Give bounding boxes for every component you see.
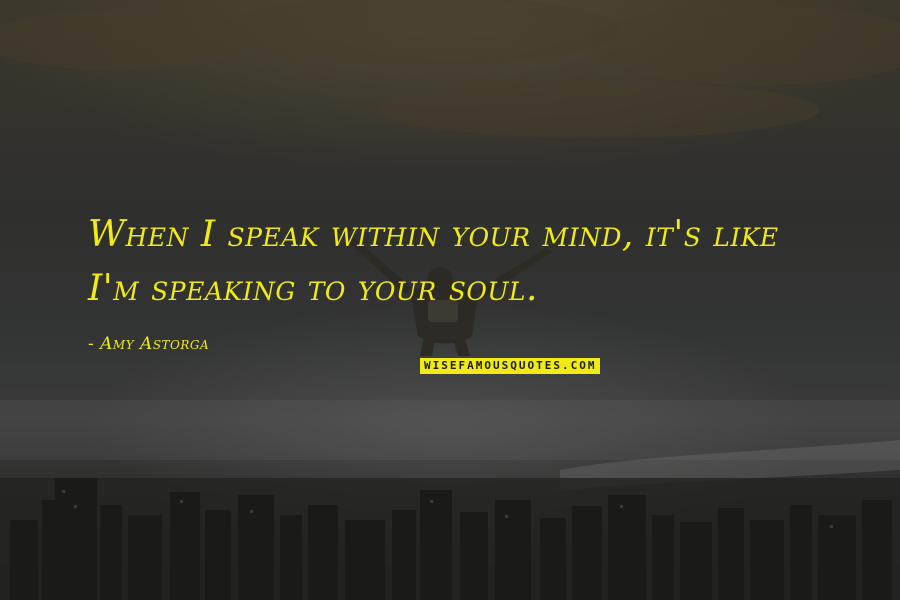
quote-author: - Amy Astorga	[88, 334, 210, 354]
quote-block: When I speak within your mind, it's like…	[88, 208, 828, 354]
brand-watermark: WISEFAMOUSQUOTES.COM	[420, 358, 601, 374]
quote-image: When I speak within your mind, it's like…	[0, 0, 900, 600]
quote-text: When I speak within your mind, it's like…	[88, 214, 779, 309]
